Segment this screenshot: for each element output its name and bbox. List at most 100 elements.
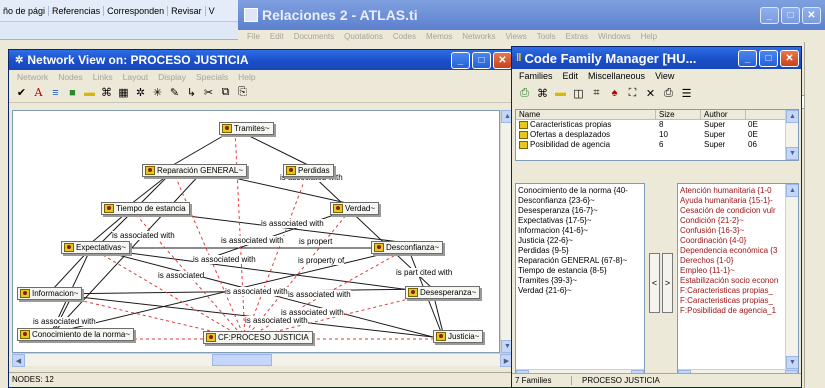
grid-icon[interactable]: ▦ xyxy=(117,86,130,99)
list-item[interactable]: F:Posibilidad de agencia_1 xyxy=(678,306,798,316)
members-list[interactable]: Conocimiento de la norma {40- Desconfian… xyxy=(515,183,645,383)
scroll-up-arrow[interactable]: ▲ xyxy=(786,184,798,197)
code-family-title-bar[interactable]: ǁ Code Family Manager [HU... _ □ ✕ xyxy=(512,47,801,69)
node-justicia[interactable]: Justicia~ xyxy=(433,330,484,343)
close-button[interactable]: ✕ xyxy=(780,49,799,67)
menu-links[interactable]: Links xyxy=(88,72,118,82)
atlas-title-bar[interactable]: Relaciones 2 - ATLAS.ti _ □ ✕ xyxy=(238,0,825,30)
list-item[interactable]: Justicia {22-6}~ xyxy=(516,236,644,246)
list-item[interactable]: Reparación GENERAL {67-8}~ xyxy=(516,256,644,266)
close-button[interactable]: ✕ xyxy=(493,51,512,69)
menu-codes[interactable]: Codes xyxy=(388,32,421,41)
list-item[interactable]: Expectativas {17-5}~ xyxy=(516,216,644,226)
relation-label[interactable]: is associated with xyxy=(245,316,308,325)
node-desconfianza[interactable]: Desconfianza~ xyxy=(371,241,444,254)
list-item[interactable]: Verdad {21-6}~ xyxy=(516,286,644,296)
non-members-list[interactable]: Atención humanitaria {1-0 Ayuda humanita… xyxy=(677,183,799,383)
scroll-up-arrow[interactable]: ▲ xyxy=(786,110,798,123)
node-cf-proceso-justicia[interactable]: CF:PROCESO JUSTICIA xyxy=(203,331,313,344)
column-author[interactable]: Author xyxy=(701,110,746,119)
list-item[interactable]: Condición {21-2}~ xyxy=(678,216,798,226)
minimize-button[interactable]: _ xyxy=(451,51,470,69)
menu-network[interactable]: Network xyxy=(12,72,53,82)
node-informacion[interactable]: Informacion~ xyxy=(17,287,83,300)
list-item[interactable]: Estabilización socio econon xyxy=(678,276,798,286)
list-item[interactable]: Desconfianza {23-6}~ xyxy=(516,196,644,206)
column-name[interactable]: Name xyxy=(516,110,656,119)
families-table[interactable]: Name Size Author Caracteristicas propias… xyxy=(515,109,799,161)
font-icon[interactable]: A xyxy=(32,86,45,99)
codes-icon[interactable]: ⌗ xyxy=(590,87,603,100)
print-icon[interactable]: ⎙ xyxy=(662,87,675,100)
maximize-button[interactable]: □ xyxy=(472,51,491,69)
maximize-button[interactable]: □ xyxy=(759,49,778,67)
link-icon[interactable]: ↳ xyxy=(185,86,198,99)
scroll-thumb[interactable] xyxy=(212,354,272,366)
minimize-button[interactable]: _ xyxy=(738,49,757,67)
menu-families[interactable]: Families xyxy=(514,71,558,81)
node-perdidas[interactable]: Perdidas xyxy=(283,164,334,177)
node-conocimiento[interactable]: Conocimiento de la norma~ xyxy=(17,328,135,341)
scroll-down-arrow[interactable]: ▼ xyxy=(786,356,798,369)
relation-label[interactable]: is associated xyxy=(158,271,205,280)
relation-label[interactable]: is propert xyxy=(299,237,333,246)
move-right-button[interactable]: > xyxy=(662,253,673,313)
cut-icon[interactable]: ✂ xyxy=(202,86,215,99)
list-item[interactable]: Tramites {39-3}~ xyxy=(516,276,644,286)
list-item[interactable]: Empleo {11-1}~ xyxy=(678,266,798,276)
word-tab[interactable]: Revisar xyxy=(168,5,206,16)
menu-nodes[interactable]: Nodes xyxy=(53,72,88,82)
relation-label[interactable]: is associated with xyxy=(288,290,351,299)
menu-view[interactable]: View xyxy=(650,71,679,81)
list-item[interactable]: F:Caracteristicas propias_ xyxy=(678,296,798,306)
fill-color-icon[interactable]: ■ xyxy=(66,87,79,99)
network-icon[interactable]: ✳ xyxy=(151,86,164,99)
pencil-icon[interactable]: ✎ xyxy=(168,86,181,99)
menu-edit[interactable]: Edit xyxy=(265,32,289,41)
word-tab[interactable]: ño de pági xyxy=(0,5,50,16)
list-item[interactable]: Informacion {41-6}~ xyxy=(516,226,644,236)
close-button[interactable]: ✕ xyxy=(802,6,821,24)
menu-memos[interactable]: Memos xyxy=(421,32,457,41)
node-expectativas[interactable]: Expectativas~ xyxy=(61,241,131,254)
list-item[interactable]: Atención humanitaria {1-0 xyxy=(678,186,798,196)
horizontal-scrollbar[interactable]: ◀ ▶ xyxy=(12,353,513,367)
word-tab[interactable]: Referencias xyxy=(49,5,105,16)
node-reparacion[interactable]: Reparación GENERAL~ xyxy=(142,164,248,177)
column-size[interactable]: Size xyxy=(656,110,701,119)
non-members-scrollbar[interactable]: ▲ ▼ xyxy=(785,184,798,369)
yellow-box-icon[interactable]: ▬ xyxy=(554,87,567,99)
menu-windows[interactable]: Windows xyxy=(593,32,635,41)
relation-label[interactable]: is associated with xyxy=(112,231,175,240)
list-item[interactable]: Coordinación {4-0} xyxy=(678,236,798,246)
move-left-button[interactable]: < xyxy=(649,253,660,313)
menu-views[interactable]: Views xyxy=(501,32,532,41)
relation-label[interactable]: is associated with xyxy=(225,287,288,296)
list-item[interactable]: Desesperanza {16-7}~ xyxy=(516,206,644,216)
paste-icon[interactable]: ⎘ xyxy=(236,86,249,99)
copy-icon[interactable]: ⧉ xyxy=(219,86,232,99)
relation-label[interactable]: is associated with xyxy=(221,236,284,245)
network-title-bar[interactable]: ✲ Network View on: PROCESO JUSTICIA _ □ … xyxy=(9,50,515,70)
list-item[interactable]: Ayuda humanitaria {15-1}- xyxy=(678,196,798,206)
new-family-icon[interactable]: ⎙ xyxy=(518,87,531,100)
node-verdad[interactable]: Verdad~ xyxy=(330,202,380,215)
menu-display[interactable]: Display xyxy=(153,72,191,82)
word-tab[interactable]: Corresponden xyxy=(104,5,169,16)
menu-help[interactable]: Help xyxy=(233,72,260,82)
word-tab[interactable]: V xyxy=(206,6,218,16)
relation-label[interactable]: is associated with xyxy=(33,317,96,326)
menu-edit[interactable]: Edit xyxy=(558,71,584,81)
network-canvas[interactable]: is associated with is associated with is… xyxy=(12,110,500,353)
color-lines-icon[interactable]: ≡ xyxy=(49,87,62,99)
families-scrollbar[interactable]: ▲ ▼ xyxy=(785,110,798,160)
network-icon[interactable]: ⌘ xyxy=(536,87,549,100)
layout-icon[interactable]: ⌘ xyxy=(100,86,113,99)
list-item[interactable]: F:Caracteristicas propias_ xyxy=(678,286,798,296)
filter-icon[interactable]: ⛶ xyxy=(626,87,639,100)
scroll-down-arrow[interactable]: ▼ xyxy=(786,147,798,160)
delete-icon[interactable]: ✕ xyxy=(644,87,657,100)
relation-label[interactable]: ited with xyxy=(423,268,453,277)
menu-extras[interactable]: Extras xyxy=(560,32,593,41)
list-item[interactable]: Perdidas {9-5} xyxy=(516,246,644,256)
